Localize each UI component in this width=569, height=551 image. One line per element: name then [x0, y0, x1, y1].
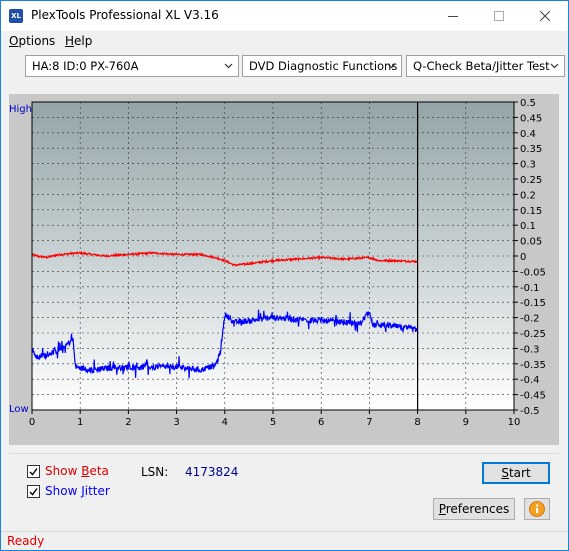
y-tick-label: 0.4: [520, 129, 536, 140]
chevron-down-icon: [550, 63, 559, 69]
y-tick-label: -0.15: [520, 298, 546, 309]
low-label: Low: [9, 404, 29, 415]
beta-jitter-chart: 0.5 0.45 0.4 0.35 0.3 0.25 0.2 0.15 0.1 0.05 0 -0.0…: [9, 98, 546, 428]
y-tick-label: 0.5: [520, 98, 536, 109]
show-beta-label: Show Beta: [45, 464, 109, 478]
checkbox-box: [27, 464, 40, 478]
y-tick-label: 0.15: [520, 206, 542, 217]
close-button[interactable]: [522, 1, 568, 31]
x-tick-label: 1: [77, 417, 83, 428]
check-icon: [29, 467, 38, 476]
y-tick-label: 0.2: [520, 190, 536, 201]
lsn-label: LSN:: [141, 465, 169, 479]
show-beta-checkbox[interactable]: Show Beta: [27, 464, 109, 478]
separator: [9, 453, 559, 454]
chevron-down-icon: [224, 63, 233, 69]
y-tick-label: 0.35: [520, 144, 542, 155]
app-window: XL PlexTools Professional XL V3.16 Optio…: [0, 0, 569, 551]
menu-help[interactable]: Help: [65, 34, 92, 48]
x-tick-label: 8: [414, 417, 420, 428]
close-icon: [540, 11, 550, 21]
x-tick-label: 9: [463, 417, 469, 428]
y-tick-label: 0.1: [520, 221, 536, 232]
show-jitter-label: Show Jitter: [45, 484, 110, 498]
y-tick-label: 0: [520, 252, 526, 263]
x-tick-label: 2: [125, 417, 131, 428]
x-tick-label: 7: [366, 417, 372, 428]
info-button[interactable]: [524, 498, 550, 520]
start-button[interactable]: Start: [482, 462, 550, 484]
y-tick-label: 0.45: [520, 113, 542, 124]
y-tick-label: -0.4: [520, 375, 540, 386]
y-tick-label: -0.1: [520, 283, 540, 294]
y-tick-label: 0.25: [520, 175, 542, 186]
drive-select[interactable]: HA:8 ID:0 PX-760A: [25, 55, 239, 77]
drive-select-value: HA:8 ID:0 PX-760A: [32, 59, 139, 73]
status-text: Ready: [7, 534, 45, 548]
function-select-value: DVD Diagnostic Functions: [249, 59, 398, 73]
minimize-button[interactable]: [430, 1, 476, 31]
x-tick-label: 0: [29, 417, 35, 428]
info-icon: [529, 501, 545, 517]
menu-bar: Options Help: [1, 31, 568, 51]
menu-options[interactable]: Options: [9, 34, 55, 48]
y-tick-label: 0.05: [520, 237, 542, 248]
lsn-value: 4173824: [185, 465, 239, 479]
y-tick-label: -0.3: [520, 344, 540, 355]
menu-help-label: elp: [74, 34, 93, 48]
title-bar: XL PlexTools Professional XL V3.16: [1, 1, 568, 31]
menu-options-label: ptions: [18, 34, 56, 48]
x-tick-label: 5: [270, 417, 276, 428]
y-tick-label: -0.45: [520, 391, 546, 402]
x-tick-label: 10: [508, 417, 521, 428]
y-tick-label: -0.05: [520, 267, 546, 278]
maximize-button[interactable]: [476, 1, 522, 31]
minimize-icon: [448, 16, 458, 17]
show-jitter-checkbox[interactable]: Show Jitter: [27, 484, 110, 498]
x-tick-label: 3: [173, 417, 179, 428]
x-tick-label: 6: [318, 417, 324, 428]
test-select[interactable]: Q-Check Beta/Jitter Test: [406, 55, 565, 77]
check-icon: [29, 487, 38, 496]
y-tick-label: -0.25: [520, 329, 546, 340]
y-tick-label: -0.2: [520, 314, 540, 325]
menu-help-accel: H: [65, 34, 75, 48]
y-tick-label: -0.5: [520, 406, 540, 417]
test-select-value: Q-Check Beta/Jitter Test: [413, 59, 550, 73]
checkbox-box: [27, 484, 40, 498]
preferences-button[interactable]: Preferences: [433, 498, 515, 520]
y-tick-label: -0.35: [520, 360, 546, 371]
high-label: High: [9, 104, 32, 115]
maximize-icon: [494, 11, 504, 21]
status-bar: Ready: [1, 531, 568, 550]
chevron-down-icon: [387, 63, 396, 69]
y-tick-label: 0.3: [520, 160, 536, 171]
x-tick-label: 4: [222, 417, 228, 428]
plextools-logo-icon: XL: [9, 9, 23, 23]
window-title: PlexTools Professional XL V3.16: [31, 8, 219, 22]
function-select[interactable]: DVD Diagnostic Functions: [242, 55, 402, 77]
plot-panel: 0.5 0.45 0.4 0.35 0.3 0.25 0.2 0.15 0.1 0.05 0 -0.0…: [9, 94, 559, 445]
